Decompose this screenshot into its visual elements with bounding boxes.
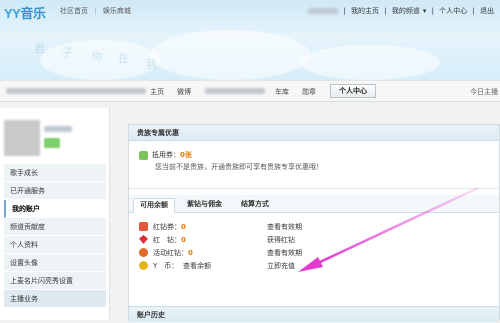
chevron-down-icon[interactable]: ▾ [423, 7, 427, 15]
cloud-decoration [300, 45, 440, 80]
link-my-channel[interactable]: 我的频道 [392, 7, 420, 15]
nav-personal-center[interactable]: 个人中心 [330, 84, 376, 98]
nav-garage[interactable]: 车库 [275, 87, 289, 97]
sidebar-item-profile[interactable]: 个人资料 [4, 236, 106, 254]
top-banner: YY音乐 社区首页 | 娱乐商城 | 我的主页 | 我的频道 ▾ | 个人中心 |… [0, 0, 500, 80]
nav-medals[interactable]: 勋章 [302, 87, 316, 97]
profile-navbar: 主页 微博 车库 勋章 个人中心 今日主播 [0, 80, 500, 102]
left-sidebar: 歌手成长 已开通服务 我的账户 频道贡献度 个人资料 设置头像 上麦名片闪亮秀设… [0, 108, 110, 320]
balance-row-red-coupon: 红钻券：0 查看有效期 [139, 221, 489, 234]
balance-row-red-diamond: 红 钻：0 获得红钻 [139, 234, 489, 247]
sidebar-item-card-settings[interactable]: 上麦名片闪亮秀设置 [4, 272, 106, 290]
coupon-label: 抵用券： [152, 151, 180, 159]
nav-weibo[interactable]: 微博 [177, 87, 191, 97]
balance-value: 0 [181, 223, 186, 231]
y-coin-icon [139, 261, 148, 270]
balance-value: 0 [188, 249, 193, 257]
sidebar-item-avatar[interactable]: 设置头像 [4, 254, 106, 272]
link-logout[interactable]: 退出 [480, 7, 494, 15]
coupon-value: 0张 [180, 151, 192, 159]
balance-label: 活动红钻： [153, 249, 188, 257]
noble-offers-header: 贵族专属优惠 [129, 125, 499, 141]
noble-offers-section: 抵用券： 0张 您当前不是贵族，开通贵族即可享有贵族专享优惠哦！ [129, 141, 499, 189]
balance-list: 红钻券：0 查看有效期 红 钻：0 获得红钻 活动红钻：0 查看有效期 Y 币：… [129, 213, 499, 273]
link-personal-center[interactable]: 个人中心 [439, 7, 467, 15]
banner-watermark: 在 [118, 52, 129, 65]
nav-entertainment-mall[interactable]: 娱乐商城 [103, 7, 131, 15]
balance-label: 红 钻： [153, 236, 181, 244]
sidebar-item-singer-growth[interactable]: 歌手成长 [4, 164, 106, 182]
view-expiry-link[interactable]: 查看有效期 [267, 248, 302, 258]
link-my-home[interactable]: 我的主页 [351, 7, 379, 15]
sidebar-item-my-account[interactable]: 我的账户 [4, 200, 106, 218]
username-redacted [308, 8, 339, 14]
balance-row-y-coin: Y 币： 查看余额 立即充值 [139, 260, 489, 273]
coupon-icon [139, 150, 148, 160]
cloud-decoration [150, 30, 310, 80]
top-nav: 社区首页 | 娱乐商城 [60, 7, 131, 15]
today-anchor[interactable]: 今日主播 [470, 87, 498, 97]
redacted-nav-text [6, 88, 146, 94]
balance-tabs: 可用余额 紫钻与佣金 结算方式 [129, 195, 499, 213]
banner-watermark: 子 [62, 46, 73, 59]
account-panel: 贵族专属优惠 抵用券： 0张 您当前不是贵族，开通贵族即可享有贵族专享优惠哦！ … [128, 124, 500, 322]
recharge-now-link[interactable]: 立即充值 [267, 261, 295, 271]
red-coupon-icon [139, 222, 148, 231]
user-profile [4, 120, 106, 160]
sidebar-menu: 歌手成长 已开通服务 我的账户 频道贡献度 个人资料 设置头像 上麦名片闪亮秀设… [4, 164, 106, 308]
tab-settlement[interactable]: 结算方式 [235, 198, 275, 213]
event-diamond-icon [139, 248, 148, 257]
sidebar-item-anchor-business[interactable]: 主播业务 [4, 290, 106, 308]
username-redacted [44, 126, 72, 132]
get-red-diamond-link[interactable]: 获得红钻 [267, 235, 295, 245]
banner-watermark: 你 [92, 50, 103, 63]
redacted-nav-text [205, 88, 265, 94]
sidebar-item-services[interactable]: 已开通服务 [4, 182, 106, 200]
view-expiry-link[interactable]: 查看有效期 [267, 222, 302, 232]
tab-purple-diamond[interactable]: 紫钻与佣金 [181, 198, 228, 213]
balance-label: 红钻券： [153, 223, 181, 231]
nav-community-home[interactable]: 社区首页 [60, 7, 88, 15]
balance-label: Y 币： [153, 262, 179, 270]
top-right-links: | 我的主页 | 我的频道 ▾ | 个人中心 | 退出 [305, 6, 494, 16]
nav-home[interactable]: 主页 [150, 87, 164, 97]
vip-badge-icon [44, 138, 60, 148]
noble-note: 您当前不是贵族，开通贵族即可享有贵族专享优惠哦！ [155, 163, 323, 171]
banner-watermark: 我 [146, 58, 157, 71]
tab-available-balance[interactable]: 可用余额 [133, 198, 175, 213]
yy-music-logo[interactable]: YY音乐 [4, 3, 46, 22]
red-diamond-icon [139, 235, 148, 244]
balance-row-event-diamond: 活动红钻：0 查看有效期 [139, 247, 489, 260]
sidebar-item-channel-contribution[interactable]: 频道贡献度 [4, 218, 106, 236]
banner-watermark: 君 [34, 42, 45, 55]
avatar[interactable] [4, 120, 40, 156]
balance-value: 0 [181, 236, 186, 244]
view-balance-link[interactable]: 查看余额 [183, 261, 211, 271]
